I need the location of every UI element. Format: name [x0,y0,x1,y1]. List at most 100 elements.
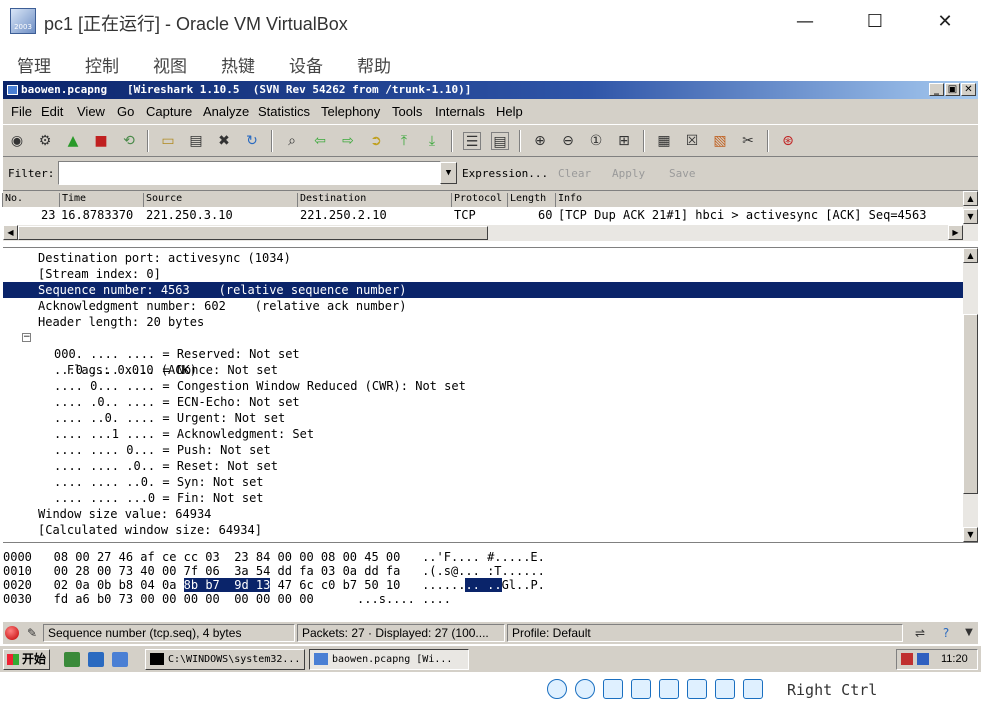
scroll-up-icon[interactable]: ▲ [963,191,978,206]
capture-filters-icon[interactable]: ▦ [655,132,673,150]
start-button[interactable]: 开始 [3,649,50,670]
menu-manage[interactable]: 管理 [17,52,51,77]
go-first-icon[interactable]: ⤒ [395,132,413,150]
detail-line[interactable]: Acknowledgment number: 602 (relative ack… [3,298,963,314]
packet-list-vscrollbar[interactable]: ▲ ▼ [963,191,978,241]
display-icon[interactable] [715,679,735,699]
menu-analyze[interactable]: Analyze [203,104,249,119]
auto-scroll-icon[interactable]: ▤ [491,132,509,150]
menu-help[interactable]: Help [496,104,523,119]
clock[interactable]: 11:20 [941,650,968,669]
open-file-icon[interactable]: ▭ [159,132,177,150]
taskbar-wireshark[interactable]: baowen.pcapng [Wi... [309,649,469,670]
zoom-in-icon[interactable]: ⊕ [531,132,549,150]
menu-telephony[interactable]: Telephony [321,104,380,119]
preferences-icon[interactable]: ✂ [739,132,757,150]
find-packet-icon[interactable]: ⌕ [283,132,301,150]
detail-line-flags[interactable]: − Flags: 0x010 (ACK) [3,330,963,377]
close-file-icon[interactable]: ✖ [215,132,233,150]
menu-internals[interactable]: Internals [435,104,485,119]
vscroll-thumb[interactable] [963,314,978,494]
menu-devices[interactable]: 设备 [289,52,323,77]
column-length[interactable]: Length [507,193,555,207]
detail-line[interactable]: Window size value: 64934 [3,506,963,522]
internet-explorer-icon[interactable] [88,652,104,667]
packet-row[interactable]: 23 16.8783370 221.250.3.10 221.250.2.10 … [3,207,963,223]
hscroll-thumb[interactable] [18,226,488,240]
wireshark-quick-icon[interactable] [112,652,128,667]
display-filters-icon[interactable]: ☒ [683,132,701,150]
resize-columns-icon[interactable]: ⊞ [615,132,633,150]
hex-row[interactable]: 0000 08 00 27 46 af ce cc 03 23 84 00 00… [3,550,545,564]
expert-info-icon[interactable] [5,626,19,640]
save-file-icon[interactable]: ▤ [187,132,205,150]
clear-button[interactable]: Clear [558,167,591,180]
detail-line[interactable]: 000. .... .... = Reserved: Not set [3,346,963,362]
network-adapter-icon[interactable] [631,679,651,699]
detail-line[interactable]: .... .... .0.. = Reset: Not set [3,458,963,474]
network-alert-icon[interactable] [901,653,913,665]
network-icon[interactable]: ⇌ [911,624,929,642]
recording-icon[interactable] [743,679,763,699]
detail-line[interactable]: Destination port: activesync (1034) [3,250,963,266]
filter-dropdown-icon[interactable]: ▼ [440,162,457,184]
detail-line-selected[interactable]: Sequence number: 4563 (relative sequence… [3,282,963,298]
menu-control[interactable]: 控制 [85,52,119,77]
optical-drive-icon[interactable] [575,679,595,699]
hex-row[interactable]: 0010 00 28 00 73 40 00 7f 06 3a 54 dd fa… [3,564,545,578]
filter-input[interactable] [58,161,441,185]
detail-line[interactable]: .... .... 0... = Push: Not set [3,442,963,458]
scroll-down-icon[interactable]: ▼ [963,209,978,224]
minimize-button[interactable]: — [770,0,840,44]
menu-help[interactable]: 帮助 [357,52,391,77]
help-icon[interactable]: ? [937,624,955,642]
colorize-icon[interactable]: ☰ [463,132,481,150]
menu-view[interactable]: 视图 [153,52,187,77]
column-no[interactable]: No. [2,193,59,207]
menu-view[interactable]: View [77,104,105,119]
show-desktop-icon[interactable] [64,652,80,667]
column-time[interactable]: Time [59,193,143,207]
menu-hotkey[interactable]: 热键 [221,52,255,77]
start-capture-icon[interactable]: ▲ [64,132,82,150]
go-forward-icon[interactable]: ⇨ [339,132,357,150]
detail-line[interactable]: Header length: 20 bytes [3,314,963,330]
ws-close-button[interactable]: ✕ [961,83,976,96]
detail-line[interactable]: .... .... ..0. = Syn: Not set [3,474,963,490]
restart-capture-icon[interactable]: ⟲ [120,132,138,150]
detail-line[interactable]: .... 0... .... = Congestion Window Reduc… [3,378,963,394]
details-vscrollbar[interactable]: ▲ ▼ [963,248,978,542]
go-back-icon[interactable]: ⇦ [311,132,329,150]
close-button[interactable]: ✕ [910,0,980,44]
hex-row[interactable]: 0030 fd a6 b0 73 00 00 00 00 00 00 00 00… [3,592,451,606]
menu-statistics[interactable]: Statistics [258,104,310,119]
zoom-out-icon[interactable]: ⊖ [559,132,577,150]
stop-capture-icon[interactable]: ■ [92,132,110,150]
menu-file[interactable]: File [11,104,32,119]
ws-minimize-button[interactable]: _ [929,83,944,96]
capture-comments-icon[interactable]: ✎ [23,624,41,642]
audio-icon[interactable] [603,679,623,699]
menu-edit[interactable]: Edit [41,104,63,119]
detail-line[interactable]: .... ..0. .... = Urgent: Not set [3,410,963,426]
coloring-rules-icon[interactable]: ▧ [711,132,729,150]
usb-icon[interactable] [659,679,679,699]
column-info[interactable]: Info [555,193,963,207]
interfaces-icon[interactable]: ◉ [8,132,26,150]
go-to-packet-icon[interactable]: ➲ [367,132,385,150]
scroll-right-icon[interactable]: ▶ [948,225,963,240]
maximize-button[interactable]: ☐ [840,0,910,44]
detail-line[interactable]: [Calculated window size: 64934] [3,522,963,538]
options-icon[interactable]: ⚙ [36,132,54,150]
profile[interactable]: Profile: Default [507,624,903,642]
chevron-down-icon[interactable]: ▼ [960,624,978,642]
menu-tools[interactable]: Tools [392,104,422,119]
detail-line[interactable]: .... ...1 .... = Acknowledgment: Set [3,426,963,442]
go-last-icon[interactable]: ⤓ [423,132,441,150]
hex-row-selected[interactable]: 0020 02 0a 0b b8 04 0a 8b b7 9d 13 47 6c… [3,578,545,592]
hard-disk-icon[interactable] [547,679,567,699]
scroll-left-icon[interactable]: ◀ [3,225,18,240]
ws-restore-button[interactable]: ▣ [945,83,960,96]
scroll-down-icon[interactable]: ▼ [963,527,978,542]
detail-line[interactable]: .... .... ...0 = Fin: Not set [3,490,963,506]
